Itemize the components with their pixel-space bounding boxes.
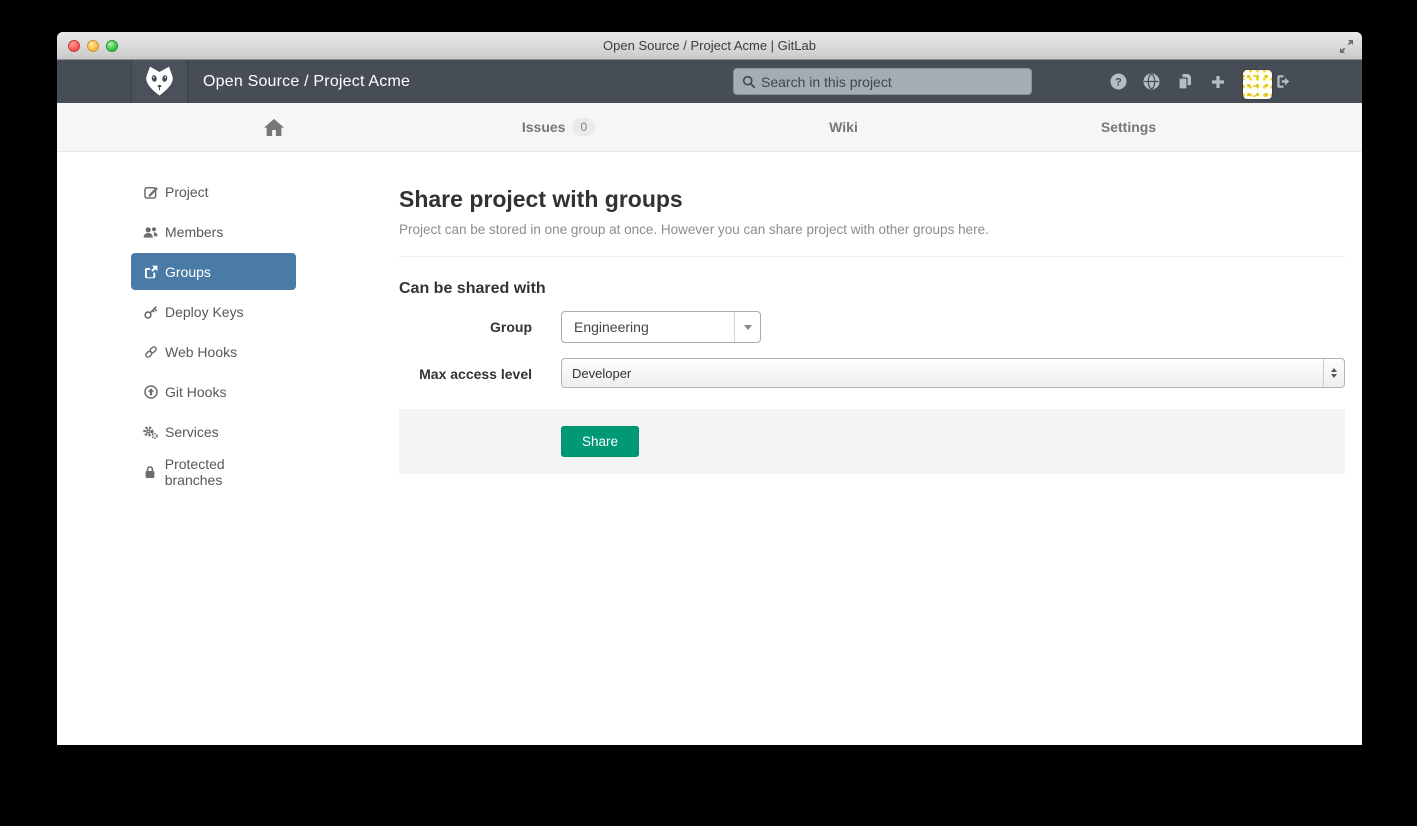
help-icon[interactable]: ? [1102, 60, 1135, 103]
sidebar-item-label: Web Hooks [165, 344, 237, 360]
select-spinner-icon [1323, 359, 1344, 387]
nav-tab-settings[interactable]: Settings [986, 103, 1271, 151]
link-icon [143, 345, 158, 359]
user-avatar[interactable] [1243, 70, 1272, 99]
max-access-form-row: Max access level Developer [399, 358, 1345, 388]
group-select-toggle[interactable] [734, 312, 760, 342]
home-icon [264, 119, 284, 136]
project-breadcrumb-title: Open Source / Project Acme [203, 73, 410, 91]
nav-tab-home[interactable] [131, 103, 416, 151]
gears-icon [143, 425, 158, 439]
window-titlebar: Open Source / Project Acme | GitLab [57, 32, 1362, 60]
fullscreen-icon[interactable] [1339, 39, 1354, 54]
group-select-value: Engineering [562, 319, 734, 335]
group-form-row: Group Engineering [399, 311, 1345, 343]
search-icon [742, 75, 756, 89]
screenshot-canvas: Open Source / Project Acme | GitLab [0, 0, 1417, 826]
search-input[interactable] [761, 74, 1031, 90]
window-title: Open Source / Project Acme | GitLab [57, 32, 1362, 60]
sidebar-item-label: Project [165, 184, 209, 200]
main-panel: Share project with groups Project can be… [399, 172, 1345, 492]
nav-tab-issues[interactable]: Issues 0 [416, 103, 701, 151]
sidebar-item-groups[interactable]: Groups [131, 253, 296, 290]
gitlab-logo[interactable] [131, 60, 188, 103]
page-content: Project Members [131, 152, 1271, 492]
sidebar-item-git-hooks[interactable]: Git Hooks [131, 372, 296, 412]
globe-icon[interactable] [1135, 60, 1168, 103]
max-access-label: Max access level [399, 358, 532, 388]
section-title: Can be shared with [399, 280, 1345, 298]
sidebar-item-web-hooks[interactable]: Web Hooks [131, 332, 296, 372]
nav-tab-label: Settings [1101, 119, 1156, 135]
sidebar-item-label: Protected branches [165, 456, 284, 488]
form-actions: Share [399, 409, 1345, 474]
sidebar-item-services[interactable]: Services [131, 412, 296, 452]
nav-tab-label: Issues [522, 119, 566, 135]
nav-tab-label: Wiki [829, 119, 858, 135]
issues-count-badge: 0 [572, 118, 595, 136]
arrow-circle-up-icon [143, 385, 158, 399]
search-box[interactable] [733, 68, 1032, 95]
settings-sidebar: Project Members [131, 172, 296, 492]
sidebar-item-members[interactable]: Members [131, 212, 296, 252]
page-title: Share project with groups [399, 186, 1345, 213]
lock-icon [143, 465, 158, 479]
share-button[interactable]: Share [561, 426, 639, 457]
chevron-down-icon [744, 325, 752, 330]
pencil-square-icon [143, 185, 158, 199]
key-icon [143, 305, 158, 319]
page-description: Project can be stored in one group at on… [399, 222, 1345, 237]
sidebar-item-label: Groups [165, 264, 211, 280]
sidebar-item-label: Members [165, 224, 223, 240]
svg-text:?: ? [1115, 77, 1122, 89]
sidebar-item-deploy-keys[interactable]: Deploy Keys [131, 292, 296, 332]
mac-window: Open Source / Project Acme | GitLab [57, 32, 1362, 745]
max-access-select-value: Developer [562, 366, 1323, 381]
users-icon [143, 225, 158, 239]
sidebar-item-label: Git Hooks [165, 384, 226, 400]
sidebar-item-protected-branches[interactable]: Protected branches [131, 452, 296, 492]
copy-icon[interactable] [1168, 60, 1201, 103]
max-access-select[interactable]: Developer [561, 358, 1345, 388]
nav-tab-wiki[interactable]: Wiki [701, 103, 986, 151]
sidebar-item-project[interactable]: Project [131, 172, 296, 212]
group-label: Group [399, 311, 532, 343]
gitlab-fox-icon [143, 65, 176, 98]
sidebar-item-label: Services [165, 424, 219, 440]
project-navbar: Issues 0 Wiki Settings [57, 103, 1362, 152]
plus-icon[interactable] [1201, 60, 1234, 103]
group-select[interactable]: Engineering [561, 311, 761, 343]
sidebar-item-label: Deploy Keys [165, 304, 244, 320]
divider [399, 256, 1345, 257]
app-header: Open Source / Project Acme ? [57, 60, 1362, 103]
share-square-icon [143, 265, 158, 279]
